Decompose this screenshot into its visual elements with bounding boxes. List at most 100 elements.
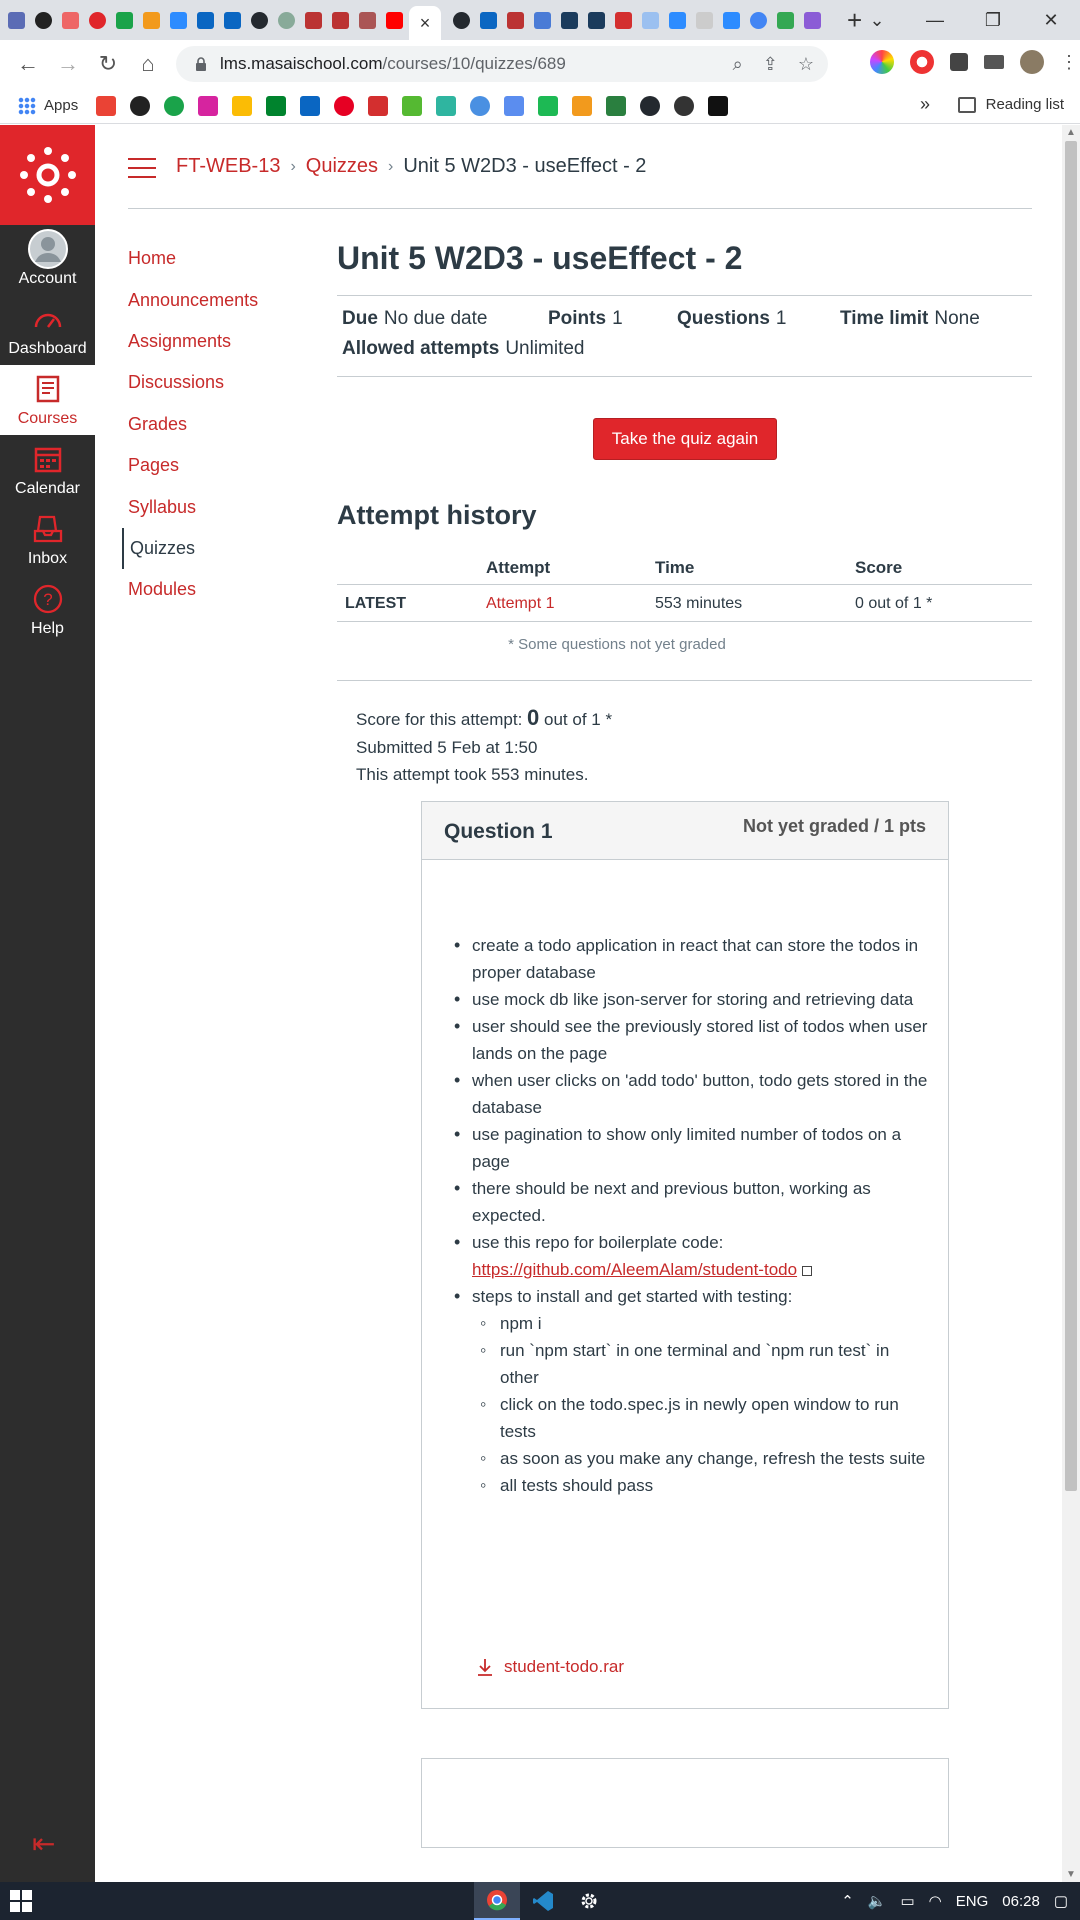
- active-tab[interactable]: ×: [409, 6, 441, 40]
- tab-favicon[interactable]: [476, 7, 500, 33]
- bookmarks-overflow-icon[interactable]: »: [920, 94, 930, 115]
- tab-favicon[interactable]: [139, 7, 163, 33]
- tab-favicon[interactable]: [530, 7, 554, 33]
- profile-avatar[interactable]: [1020, 50, 1044, 74]
- flag-bookmark-icon[interactable]: [504, 95, 525, 116]
- course-nav-syllabus[interactable]: Syllabus: [122, 486, 258, 527]
- tab-search-chevron-icon[interactable]: ⌄: [848, 10, 906, 31]
- tab-favicon[interactable]: [193, 7, 217, 33]
- tab-favicon[interactable]: [247, 7, 271, 33]
- breadcrumb-course[interactable]: FT-WEB-13: [176, 155, 280, 178]
- tab-favicon[interactable]: [665, 7, 689, 33]
- tab-favicon[interactable]: [58, 7, 82, 33]
- tab-favicon[interactable]: [166, 7, 190, 33]
- github-bookmark-icon[interactable]: [640, 95, 661, 116]
- bookmark-red-icon[interactable]: [368, 95, 389, 116]
- drive-bookmark-icon[interactable]: [232, 95, 253, 116]
- react-bookmark-icon[interactable]: [470, 95, 491, 116]
- gmail-bookmark-icon[interactable]: [96, 95, 117, 116]
- minimize-icon[interactable]: —: [906, 10, 964, 31]
- course-nav-modules[interactable]: Modules: [122, 569, 258, 610]
- bookmark-teal-icon[interactable]: [436, 95, 457, 116]
- course-nav-home[interactable]: Home: [122, 238, 258, 279]
- reading-list-button[interactable]: Reading list: [957, 96, 1064, 113]
- vue-bookmark-icon[interactable]: [538, 95, 559, 116]
- extensions-puzzle-icon[interactable]: [950, 53, 968, 71]
- notifications-icon[interactable]: ▢: [1054, 1892, 1068, 1910]
- breadcrumb-quizzes[interactable]: Quizzes: [306, 155, 378, 178]
- bookmark-star-icon[interactable]: ☆: [798, 54, 814, 75]
- linkedin-bookmark-icon[interactable]: [300, 95, 321, 116]
- chrome-taskbar-icon[interactable]: [474, 1882, 520, 1920]
- scroll-up-icon[interactable]: ▲: [1066, 127, 1076, 138]
- volume-icon[interactable]: 🔈: [868, 1892, 887, 1910]
- tab-favicon[interactable]: [773, 7, 797, 33]
- bookmark-19-icon[interactable]: [164, 95, 185, 116]
- global-nav-inbox[interactable]: Inbox: [0, 505, 95, 575]
- tab-favicon[interactable]: [692, 7, 716, 33]
- global-nav-courses[interactable]: Courses: [0, 365, 95, 435]
- course-nav-pages[interactable]: Pages: [122, 445, 258, 486]
- tab-favicon[interactable]: [274, 7, 298, 33]
- tab-favicon[interactable]: [503, 7, 527, 33]
- tab-favicon[interactable]: [301, 7, 325, 33]
- color-picker-extension-icon[interactable]: [870, 50, 894, 74]
- course-nav-discussions[interactable]: Discussions: [122, 362, 258, 403]
- take-quiz-again-button[interactable]: Take the quiz again: [593, 418, 777, 460]
- px-bookmark-icon[interactable]: [402, 95, 423, 116]
- pma-bookmark-icon[interactable]: [572, 95, 593, 116]
- tab-favicon[interactable]: [584, 7, 608, 33]
- reload-icon[interactable]: ↻: [88, 51, 128, 77]
- url-bar[interactable]: lms.masaischool.com/courses/10/quizzes/6…: [176, 46, 828, 82]
- lock-icon[interactable]: [194, 57, 208, 71]
- tab-favicon[interactable]: [220, 7, 244, 33]
- tab-favicon[interactable]: [746, 7, 770, 33]
- tab-favicon[interactable]: [719, 7, 743, 33]
- close-window-icon[interactable]: ✕: [1022, 10, 1080, 31]
- pinterest-bookmark-icon[interactable]: [334, 95, 355, 116]
- repo-link[interactable]: https://github.com/AleemAlam/student-tod…: [472, 1260, 797, 1279]
- tray-chevron-icon[interactable]: ⌃: [841, 1892, 854, 1910]
- tab-favicon[interactable]: [800, 7, 824, 33]
- course-nav-assignments[interactable]: Assignments: [122, 321, 258, 362]
- global-nav-calendar[interactable]: Calendar: [0, 435, 95, 505]
- global-nav-help[interactable]: ? Help: [0, 575, 95, 645]
- instagram-bookmark-icon[interactable]: [198, 95, 219, 116]
- menu-kebab-icon[interactable]: ⋮: [1060, 50, 1078, 74]
- global-nav-dashboard[interactable]: Dashboard: [0, 295, 95, 365]
- vscode-taskbar-icon[interactable]: [520, 1882, 566, 1920]
- tab-favicon[interactable]: [31, 7, 55, 33]
- tab-favicon[interactable]: [449, 7, 473, 33]
- language-indicator[interactable]: ENG: [956, 1893, 989, 1910]
- tab-favicon[interactable]: [638, 7, 662, 33]
- share-icon[interactable]: ⇪: [763, 54, 778, 75]
- windows-start-icon[interactable]: [10, 1890, 32, 1912]
- canvas-logo[interactable]: [0, 125, 95, 225]
- bookmark-dark-icon[interactable]: [708, 95, 729, 116]
- wifi-icon[interactable]: ◠: [929, 1892, 942, 1910]
- course-menu-hamburger-icon[interactable]: [128, 158, 156, 185]
- restore-icon[interactable]: ❐: [964, 10, 1022, 31]
- media-control-icon[interactable]: [984, 55, 1004, 69]
- scrollbar-thumb[interactable]: [1065, 141, 1077, 1491]
- attachment-link[interactable]: student-todo.rar: [476, 1657, 624, 1677]
- tab-favicon[interactable]: [611, 7, 635, 33]
- collapse-nav-icon[interactable]: ⇤: [32, 1827, 55, 1860]
- tab-favicon[interactable]: [328, 7, 352, 33]
- tab-favicon[interactable]: [4, 7, 28, 33]
- codepen-bookmark-icon[interactable]: [674, 95, 695, 116]
- tab-favicon[interactable]: [112, 7, 136, 33]
- page-scrollbar[interactable]: ▲ ▼: [1062, 125, 1080, 1882]
- course-nav-announcements[interactable]: Announcements: [122, 279, 258, 320]
- back-arrow-icon[interactable]: ←: [8, 51, 48, 77]
- attempt-link[interactable]: Attempt 1: [486, 595, 554, 613]
- course-nav-quizzes[interactable]: Quizzes: [122, 527, 258, 570]
- scroll-down-icon[interactable]: ▼: [1066, 1869, 1076, 1880]
- battery-icon[interactable]: ▭: [900, 1892, 914, 1910]
- zoom-icon[interactable]: ⌕: [733, 54, 743, 75]
- clock[interactable]: 06:28: [1002, 1893, 1040, 1910]
- tab-favicon[interactable]: [382, 7, 406, 33]
- meet-bookmark-icon[interactable]: [266, 95, 287, 116]
- tab-favicon[interactable]: [557, 7, 581, 33]
- pokeball-extension-icon[interactable]: [910, 50, 934, 74]
